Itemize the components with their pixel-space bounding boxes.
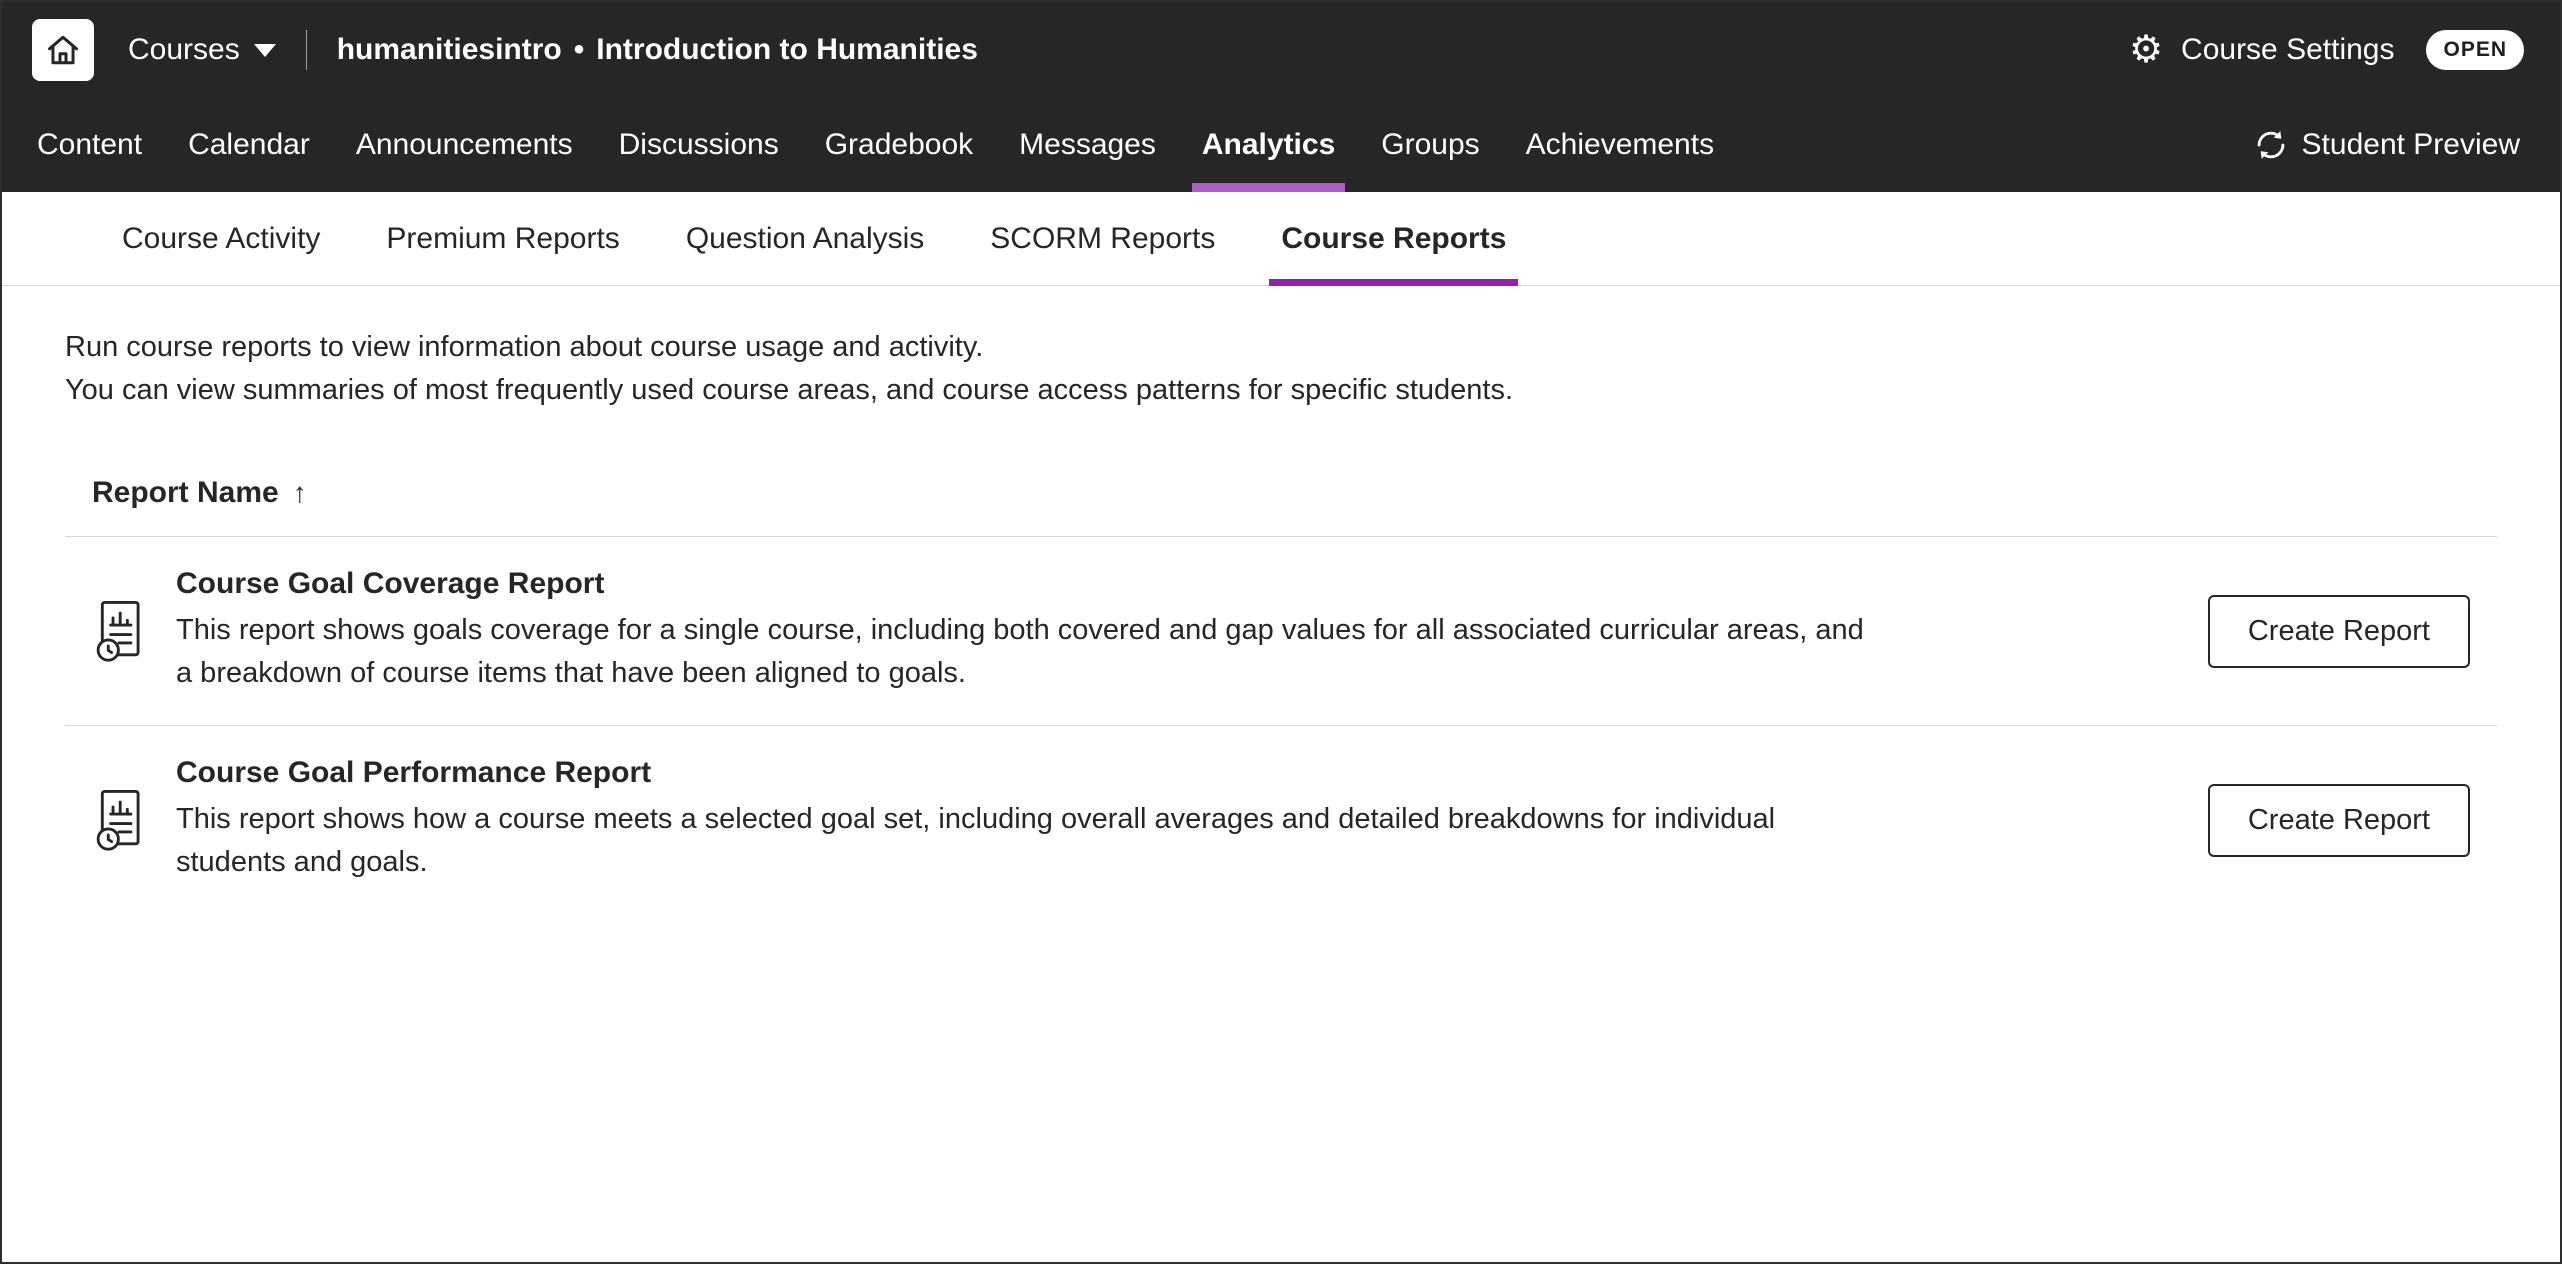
app-window: Courses humanitiesintro • Introduction t… [0, 0, 2562, 1264]
top-bar: Courses humanitiesintro • Introduction t… [2, 2, 2560, 98]
topbar-separator [306, 30, 307, 70]
breadcrumb: humanitiesintro • Introduction to Humani… [337, 33, 978, 67]
create-report-button[interactable]: Create Report [2208, 784, 2470, 857]
courses-dropdown[interactable]: Courses [128, 33, 276, 67]
course-id: humanitiesintro [337, 33, 562, 67]
intro-line-1: Run course reports to view information a… [65, 326, 2497, 369]
chevron-down-icon [254, 44, 276, 57]
tab-content[interactable]: Content [37, 98, 142, 192]
table-row: Course Goal Performance Report This repo… [2, 726, 2560, 914]
student-preview-label: Student Preview [2302, 128, 2520, 162]
tab-announcements[interactable]: Announcements [356, 98, 573, 192]
subtab-course-activity[interactable]: Course Activity [122, 192, 320, 285]
create-report-button[interactable]: Create Report [2208, 595, 2470, 668]
subtab-course-reports[interactable]: Course Reports [1281, 192, 1506, 285]
crumb-separator: • [574, 33, 585, 67]
subtab-premium-reports[interactable]: Premium Reports [386, 192, 619, 285]
tab-messages[interactable]: Messages [1019, 98, 1156, 192]
intro-text: Run course reports to view information a… [2, 286, 2560, 412]
report-document-icon [92, 600, 146, 662]
subtab-question-analysis[interactable]: Question Analysis [686, 192, 924, 285]
analytics-subnav: Course Activity Premium Reports Question… [2, 192, 2560, 286]
home-button[interactable] [32, 19, 94, 81]
course-settings-link[interactable]: Course Settings [2181, 33, 2394, 67]
tab-groups[interactable]: Groups [1381, 98, 1479, 192]
report-info: Course Goal Coverage Report This report … [176, 567, 1876, 695]
tab-analytics[interactable]: Analytics [1202, 98, 1335, 192]
open-status-badge[interactable]: OPEN [2426, 30, 2524, 70]
student-preview-button[interactable]: Student Preview [2254, 98, 2520, 192]
report-name-header-label: Report Name [92, 476, 279, 510]
main-nav: Content Calendar Announcements Discussio… [2, 98, 2560, 192]
report-name-sort-header[interactable]: Report Name ↑ [2, 412, 2560, 536]
course-reports-panel: Run course reports to view information a… [2, 286, 2560, 1262]
report-description: This report shows how a course meets a s… [176, 798, 1876, 884]
report-document-icon [92, 789, 146, 851]
table-row: Course Goal Coverage Report This report … [2, 537, 2560, 725]
tab-gradebook[interactable]: Gradebook [825, 98, 973, 192]
report-info: Course Goal Performance Report This repo… [176, 756, 1876, 884]
courses-dropdown-label: Courses [128, 33, 240, 67]
tab-discussions[interactable]: Discussions [619, 98, 779, 192]
topbar-right-group: ⚙ Course Settings OPEN [2129, 30, 2524, 70]
report-description: This report shows goals coverage for a s… [176, 609, 1876, 695]
report-title: Course Goal Performance Report [176, 756, 1876, 790]
intro-line-2: You can view summaries of most frequentl… [65, 369, 2497, 412]
home-icon [45, 32, 81, 68]
course-title: Introduction to Humanities [596, 33, 978, 67]
sort-ascending-icon: ↑ [293, 477, 307, 509]
report-title: Course Goal Coverage Report [176, 567, 1876, 601]
tab-achievements[interactable]: Achievements [1526, 98, 1714, 192]
gear-icon: ⚙ [2129, 31, 2163, 69]
subtab-scorm-reports[interactable]: SCORM Reports [990, 192, 1215, 285]
student-preview-icon [2254, 128, 2288, 162]
tab-calendar[interactable]: Calendar [188, 98, 310, 192]
